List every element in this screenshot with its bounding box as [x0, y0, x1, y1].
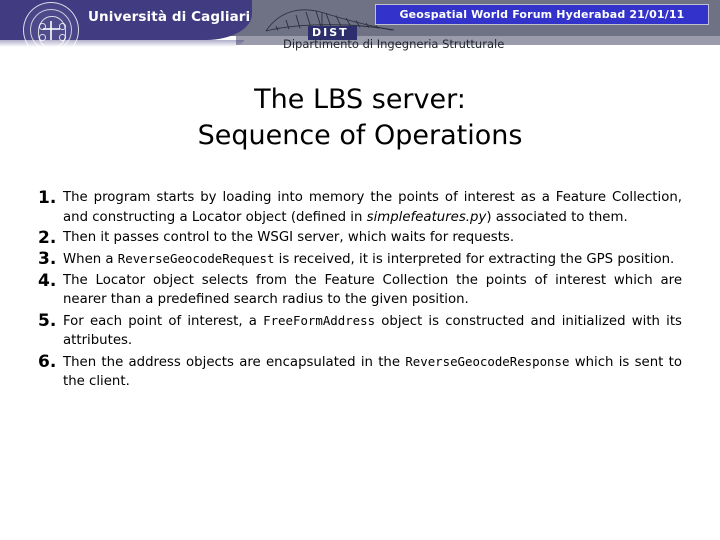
list-item-number: 5. — [38, 310, 57, 331]
list-item: 3. When a ReverseGeocodeRequest is receiv… — [38, 249, 682, 270]
slide-title-line-2: Sequence of Operations — [197, 120, 523, 151]
list-item: 1. The program starts by loading into mem… — [38, 188, 682, 227]
code-token: ReverseGeocodeRequest — [117, 251, 275, 266]
seal-crest — [38, 16, 66, 48]
seal-dot — [59, 34, 66, 41]
seal-dot — [39, 23, 46, 30]
seal-pillar — [50, 21, 52, 40]
list-item-text: The program starts by loading into memor… — [63, 188, 682, 227]
list-item-number: 3. — [38, 249, 57, 269]
numbered-list: 1. The program starts by loading into mem… — [38, 188, 682, 393]
list-item-number: 4. — [38, 270, 57, 291]
code-token: FreeFormAddress — [263, 312, 376, 328]
list-item-text: Then it passes control to the WSGI serve… — [63, 228, 682, 248]
list-item-number: 6. — [38, 351, 57, 372]
list-item-text: When a ReverseGeocodeRequest is received… — [63, 249, 682, 270]
university-seal-icon — [23, 2, 79, 58]
text-run: When a — [63, 252, 118, 267]
text-run: Then it passes control to the WSGI serve… — [63, 230, 515, 245]
list-item-text: For each point of interest, a FreeFormAd… — [63, 311, 682, 351]
dist-department-name: Dipartimento di Ingegneria Strutturale — [283, 37, 505, 51]
text-run: For each point of interest, a — [63, 313, 264, 329]
code-token: ReverseGeocodeResponse — [405, 353, 570, 369]
list-item-number: 2. — [38, 228, 57, 248]
slide-title-line-1: The LBS server: — [254, 84, 466, 115]
conference-banner: Geospatial World Forum Hyderabad 21/01/1… — [375, 4, 709, 25]
list-item-text: The Locator object selects from the Feat… — [63, 271, 682, 310]
text-run: Then the address objects are encapsulate… — [63, 354, 406, 370]
seal-crossbar — [43, 28, 60, 30]
university-name: Università di Cagliari — [88, 9, 251, 25]
list-item: 5. For each point of interest, a FreeForm… — [38, 311, 682, 351]
filename-token: simplefeatures.py — [366, 209, 487, 225]
text-run: is received, it is interpreted for extra… — [274, 252, 675, 267]
seal-dot — [59, 23, 66, 30]
list-item: 2. Then it passes control to the WSGI ser… — [38, 228, 682, 248]
text-run: The Locator object selects from the Feat… — [63, 272, 682, 308]
list-item-number: 1. — [38, 188, 57, 208]
text-run: ) associated to them. — [486, 209, 628, 225]
list-item: 4. The Locator object selects from the Fe… — [38, 271, 682, 310]
slide-header: Università di Cagliari DIST Dipartimento… — [0, 0, 720, 62]
seal-dot — [39, 34, 46, 41]
slide-title: The LBS server: Sequence of Operations — [60, 82, 660, 154]
list-item-text: Then the address objects are encapsulate… — [63, 352, 682, 392]
list-item: 6. Then the address objects are encapsula… — [38, 352, 682, 392]
conference-banner-text: Geospatial World Forum Hyderabad 21/01/1… — [399, 8, 685, 21]
